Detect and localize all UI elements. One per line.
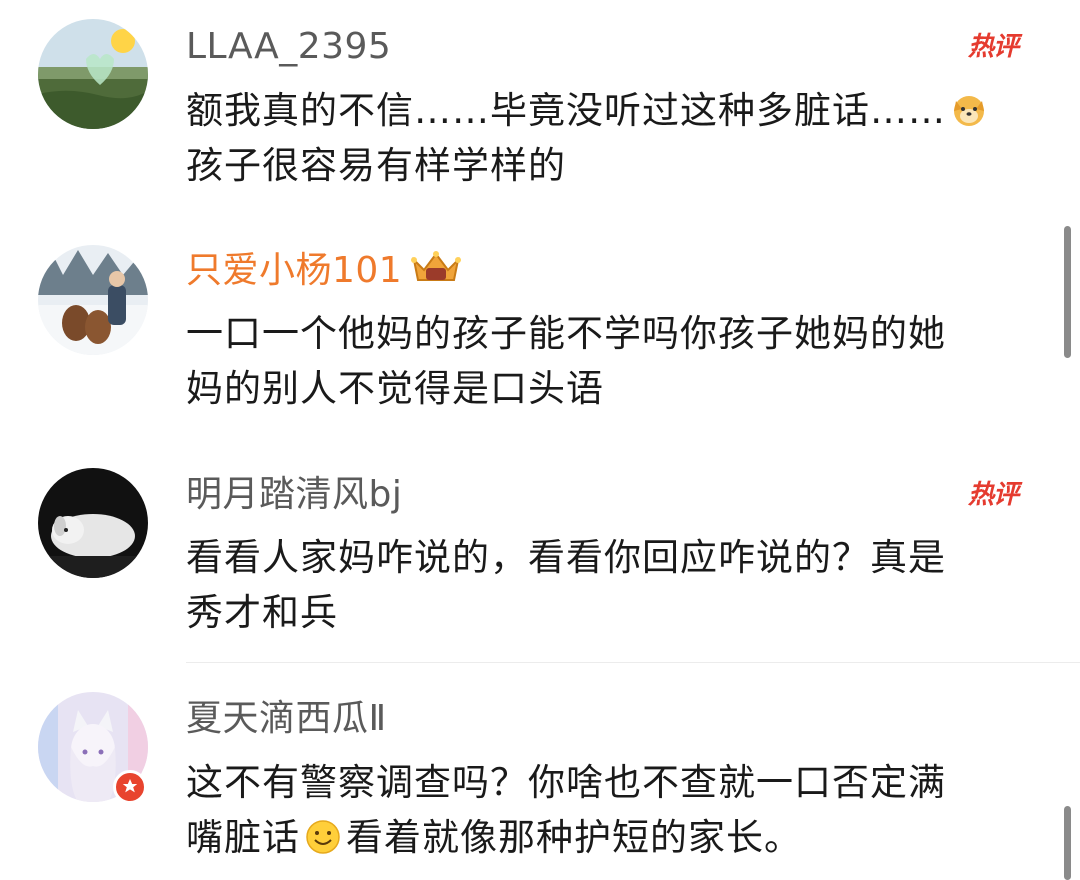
hot-comment-badge: 热评 xyxy=(966,20,1046,68)
avatar[interactable] xyxy=(38,468,148,578)
avatar[interactable] xyxy=(38,245,148,355)
comment-text-line: 嘴脏话 xyxy=(186,816,300,859)
username[interactable]: LLAA_2395 xyxy=(186,25,391,69)
comment-text-line: 额我真的不信……毕竟没听过这种多脏话…… xyxy=(186,89,946,132)
comment-text-line: 看着就像那种护短的家长。 xyxy=(346,816,802,859)
comment-text-line: 看看人家妈咋说的，看看你回应咋说的？真是 xyxy=(186,536,946,579)
comment-text-line: 妈的别人不觉得是口头语 xyxy=(186,367,604,410)
username[interactable]: 明月踏清风bj xyxy=(186,473,402,517)
comment-text-line: 孩子很容易有样学样的 xyxy=(186,144,566,187)
dog-face-emoji-icon xyxy=(950,89,988,127)
username[interactable]: 只爱小杨101 xyxy=(186,248,462,293)
divider xyxy=(186,662,1080,663)
comment-text: 看看人家妈咋说的，看看你回应咋说的？真是 秀才和兵 xyxy=(186,530,1026,640)
scrollbar[interactable] xyxy=(1064,806,1071,880)
comment-text: 额我真的不信……毕竟没听过这种多脏话…… 孩子很容易有样学样的 xyxy=(186,83,1026,193)
comment-text-line: 一口一个他妈的孩子能不学吗你孩子她妈的她 xyxy=(186,312,946,355)
hot-comment-badge: 热评 xyxy=(966,468,1046,516)
crown-icon xyxy=(410,248,462,286)
username[interactable]: 夏天滴西瓜Ⅱ xyxy=(186,697,387,741)
smile-emoji-icon xyxy=(304,816,342,854)
hot-label: 热评 xyxy=(968,480,1019,510)
avatar[interactable] xyxy=(38,19,148,129)
comment-text-line: 秀才和兵 xyxy=(186,591,338,634)
comment-text: 一口一个他妈的孩子能不学吗你孩子她妈的她 妈的别人不觉得是口头语 xyxy=(186,306,1026,416)
verified-icon xyxy=(113,770,147,804)
comment-text-line: 这不有警察调查吗？你啥也不查就一口否定满 xyxy=(186,761,946,804)
username-text[interactable]: 只爱小杨101 xyxy=(186,250,402,291)
hot-label: 热评 xyxy=(968,32,1019,62)
scrollbar[interactable] xyxy=(1064,226,1071,358)
comment-text: 这不有警察调查吗？你啥也不查就一口否定满 嘴脏话 看着就像那种护短的家长。 xyxy=(186,755,1026,865)
